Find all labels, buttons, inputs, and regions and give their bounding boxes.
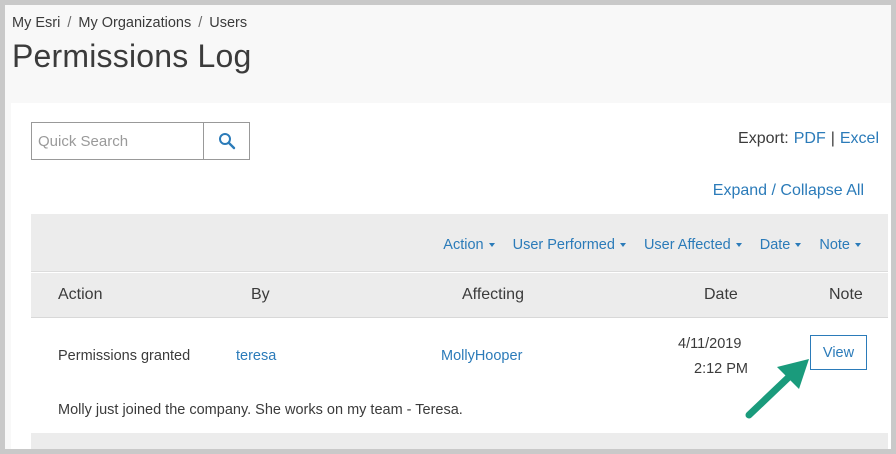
caret-down-icon <box>488 243 495 248</box>
column-header-note: Note <box>829 286 863 303</box>
filter-label: User Performed <box>512 237 615 253</box>
row-note-text: Molly just joined the company. She works… <box>58 402 463 418</box>
caret-down-icon <box>619 243 626 248</box>
caret-down-icon <box>855 243 861 248</box>
export-pdf-link[interactable]: PDF <box>794 130 826 148</box>
breadcrumb-separator: / <box>67 15 72 31</box>
breadcrumb-separator: / <box>198 15 203 31</box>
caret-down-icon <box>735 243 742 248</box>
filter-action-dropdown[interactable]: Action <box>443 237 495 253</box>
table-row <box>31 433 888 449</box>
column-header-affecting[interactable]: Affecting <box>462 286 524 304</box>
search-icon <box>218 133 235 150</box>
table-header: Action By Affecting Date Note <box>31 273 888 318</box>
row-affecting-user-link[interactable]: MollyHooper <box>441 348 522 364</box>
caret-down-icon <box>795 243 802 248</box>
quick-search <box>31 122 250 160</box>
filter-label: Action <box>443 237 484 253</box>
column-header-by[interactable]: By <box>251 286 270 304</box>
filter-bar: Action User Performed User Affected Date… <box>31 214 888 272</box>
search-button[interactable] <box>203 123 249 159</box>
filter-label: Date <box>759 237 791 253</box>
view-note-button[interactable]: View <box>810 335 867 370</box>
breadcrumb-my-organizations[interactable]: My Organizations <box>78 15 191 31</box>
row-action: Permissions granted <box>58 348 191 364</box>
row-date: 4/11/2019 <box>678 336 742 352</box>
export-separator: | <box>830 130 835 147</box>
expand-collapse-all-link[interactable]: Expand / Collapse All <box>713 182 864 200</box>
filter-date-dropdown[interactable]: Date <box>760 237 802 253</box>
page-title: Permissions Log <box>12 38 252 74</box>
filter-note-dropdown[interactable]: Note <box>819 237 861 253</box>
column-header-date[interactable]: Date <box>704 286 738 304</box>
arrow-annotation-icon <box>745 359 809 419</box>
row-by-user-link[interactable]: teresa <box>236 348 276 364</box>
filter-user-performed-dropdown[interactable]: User Performed <box>513 237 626 253</box>
filter-user-affected-dropdown[interactable]: User Affected <box>644 237 742 253</box>
breadcrumb-my-esri[interactable]: My Esri <box>12 15 60 31</box>
export-excel-link[interactable]: Excel <box>840 130 879 148</box>
export-label: Export: <box>738 130 789 147</box>
column-header-action[interactable]: Action <box>58 286 102 304</box>
export-options: Export: PDF | Excel <box>738 130 879 148</box>
filter-label: User Affected <box>643 237 731 253</box>
breadcrumb: My Esri / My Organizations / Users <box>12 15 247 31</box>
filter-label: Note <box>819 237 850 253</box>
search-input[interactable] <box>32 123 203 159</box>
breadcrumb-users[interactable]: Users <box>209 15 247 31</box>
